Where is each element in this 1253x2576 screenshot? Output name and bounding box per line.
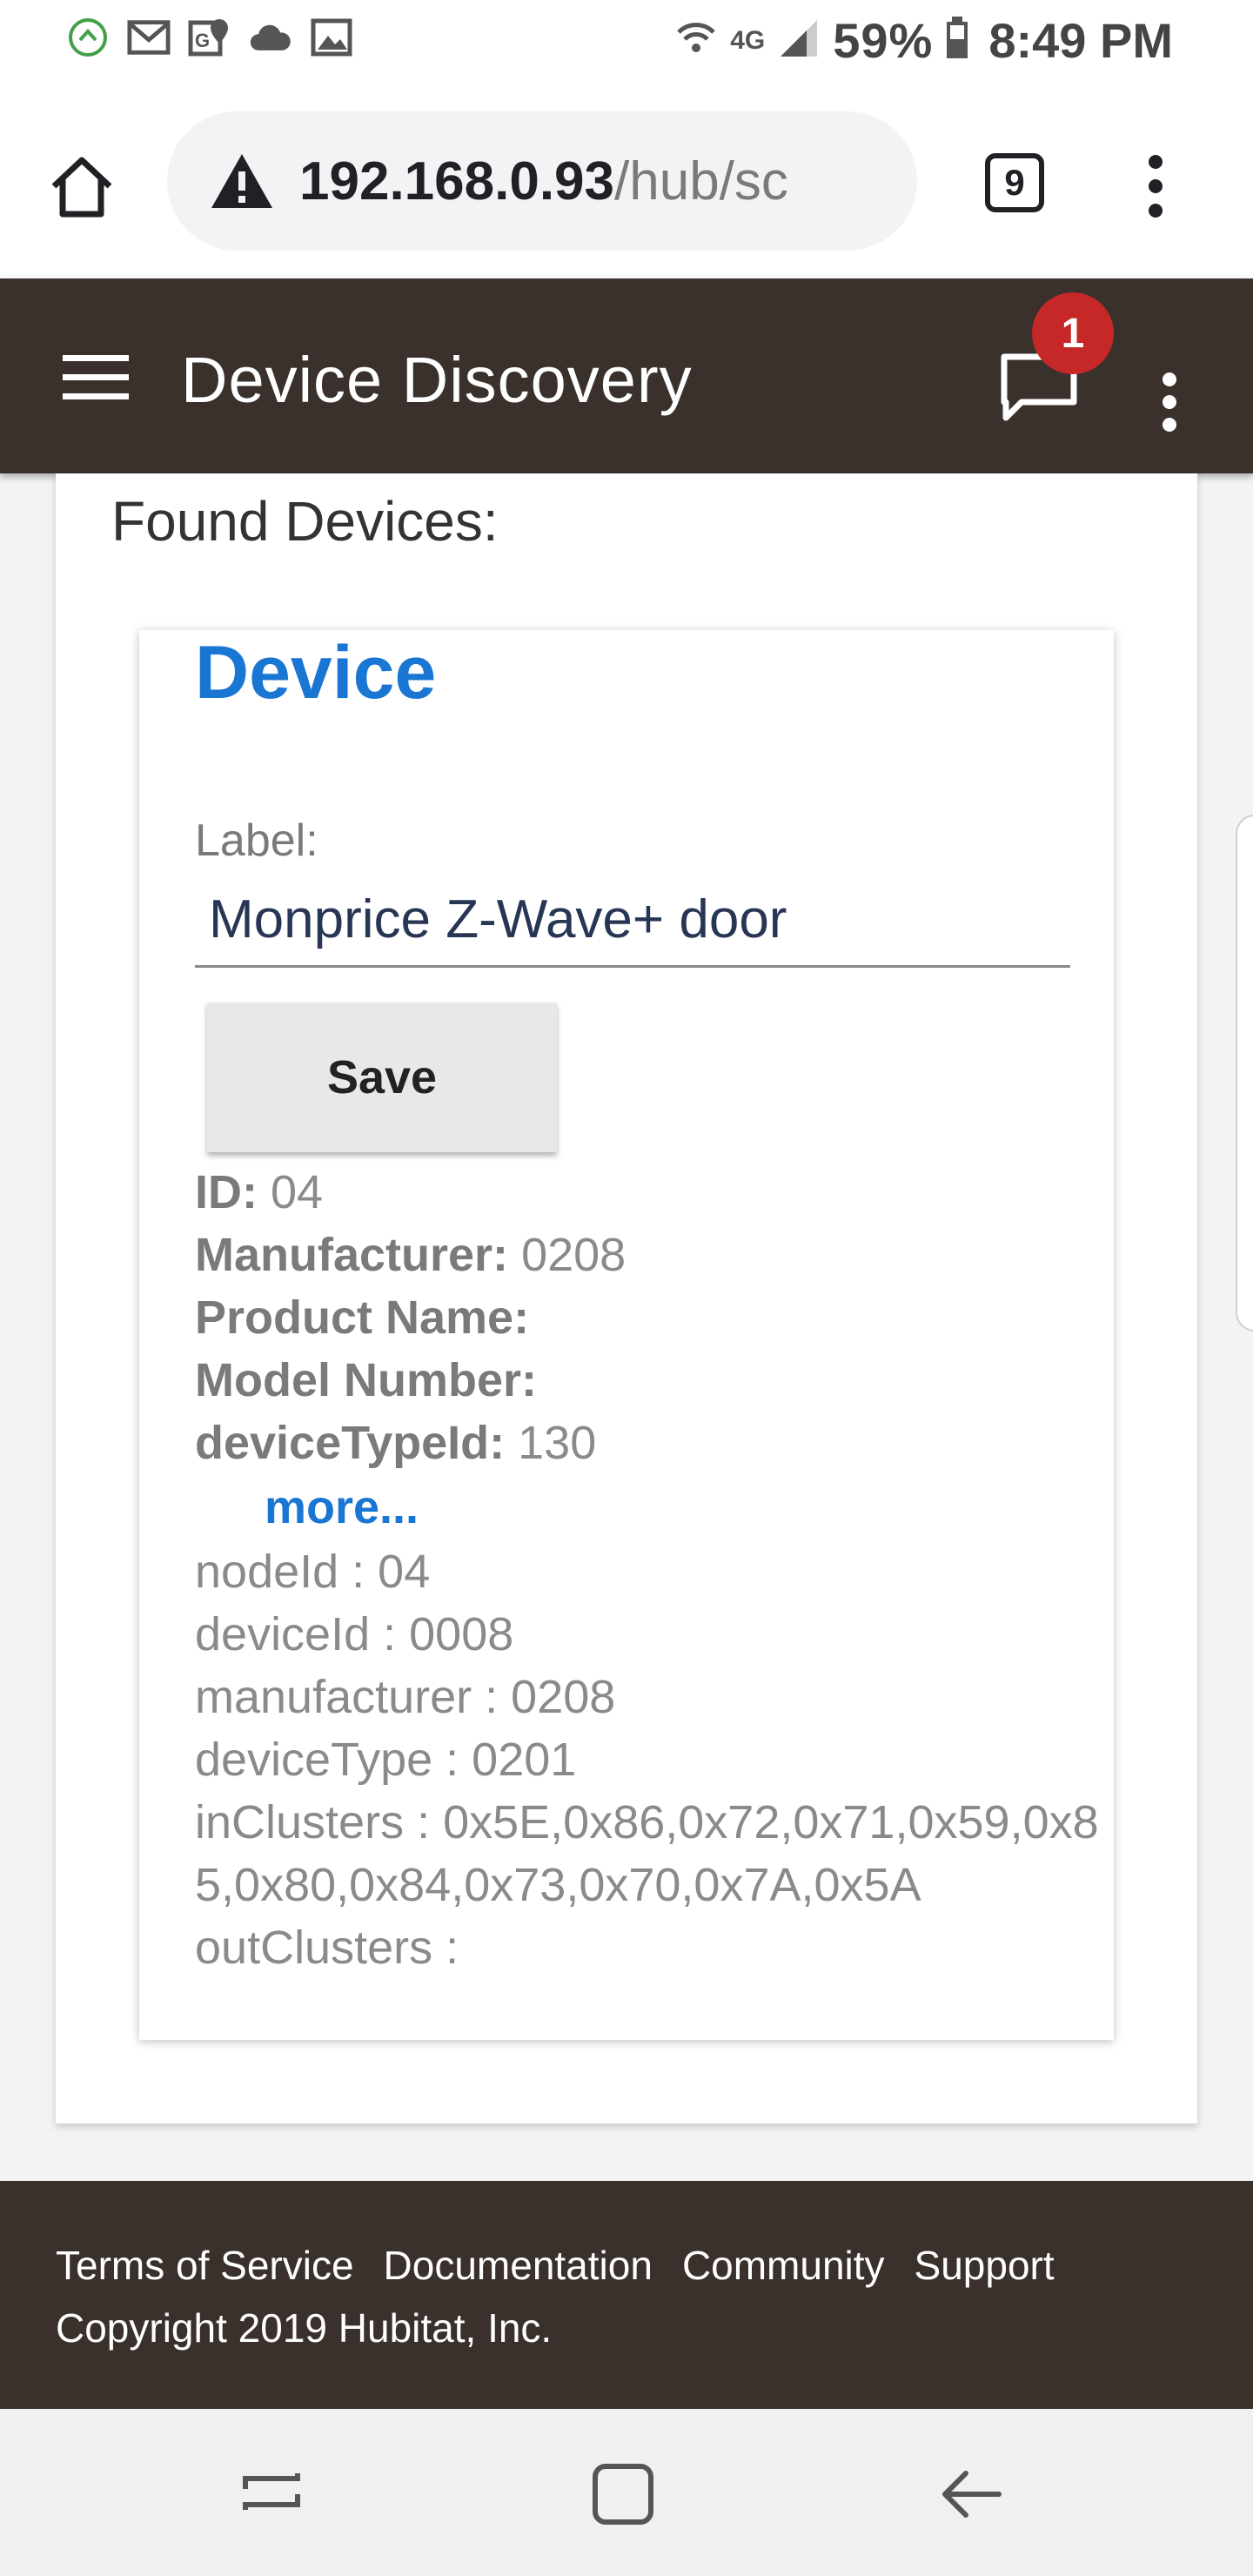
info-manufacturer: Manufacturer: 0208: [195, 1224, 1100, 1286]
found-devices-heading: Found Devices:: [111, 490, 499, 553]
browser-menu-icon[interactable]: [1142, 150, 1169, 223]
app-header: Device Discovery 1: [0, 278, 1253, 473]
field-value: 04: [271, 1166, 324, 1218]
label-caption: Label:: [195, 815, 318, 866]
field-value: 130: [518, 1417, 597, 1469]
footer: Terms of Service Documentation Community…: [0, 2181, 1253, 2409]
field-label: Model Number:: [195, 1354, 538, 1406]
info-device-type-id: deviceTypeId: 130: [195, 1412, 1100, 1474]
hamburger-menu-icon[interactable]: [63, 355, 132, 400]
terms-of-service-link[interactable]: Terms of Service: [56, 2242, 354, 2289]
documentation-link[interactable]: Documentation: [384, 2242, 653, 2289]
back-arrow-icon[interactable]: [935, 2458, 1008, 2531]
field-label: Product Name:: [195, 1291, 530, 1344]
status-left-icons: G: [66, 16, 353, 59]
tab-switcher-button[interactable]: 9: [985, 153, 1044, 212]
cloud-icon: [249, 16, 292, 59]
support-link[interactable]: Support: [915, 2242, 1055, 2289]
raw-node-id: nodeId : 04: [195, 1546, 431, 1598]
status-right: 4G 59% 8:49 PM: [674, 12, 1173, 69]
notification-badge[interactable]: 1: [1032, 292, 1114, 374]
url-text[interactable]: 192.168.0.93/hub/sc: [299, 151, 788, 212]
community-link[interactable]: Community: [682, 2242, 885, 2289]
home-button-icon[interactable]: [586, 2458, 660, 2531]
hubitat-icon: [66, 16, 110, 59]
raw-device-type: deviceType : 0201: [195, 1734, 577, 1786]
field-value: 0208: [521, 1229, 626, 1281]
system-nav-bar: [0, 2409, 1253, 2576]
clock: 8:49 PM: [988, 13, 1173, 68]
found-devices-panel: Found Devices: Device Label: Save ID: 04…: [56, 473, 1197, 2123]
raw-manufacturer: manufacturer : 0208: [195, 1671, 616, 1723]
more-link[interactable]: more...: [265, 1474, 1100, 1540]
copyright: Copyright 2019 Hubitat, Inc.: [56, 2305, 553, 2351]
warning-icon[interactable]: [209, 151, 275, 211]
device-title: Device: [195, 631, 437, 714]
save-button[interactable]: Save: [207, 1003, 557, 1152]
raw-out-clusters: outClusters :: [195, 1922, 459, 1974]
image-icon: [310, 16, 353, 59]
side-drawer-handle[interactable]: [1236, 815, 1253, 1332]
raw-device-id: deviceId : 0008: [195, 1608, 514, 1660]
field-label: Manufacturer:: [195, 1229, 509, 1281]
url-host: 192.168.0.93: [299, 151, 615, 211]
field-label: deviceTypeId:: [195, 1417, 506, 1469]
device-label-input[interactable]: [195, 874, 1070, 968]
svg-text:G: G: [195, 30, 210, 51]
device-card: Device Label: Save ID: 04 Manufacturer: …: [139, 630, 1114, 2040]
home-icon[interactable]: [45, 150, 118, 223]
raw-in-clusters: inClusters : 0x5E,0x86,0x72,0x71,0x59,0x…: [195, 1796, 1099, 1911]
battery-percent: 59%: [833, 13, 934, 68]
app-menu-icon[interactable]: [1157, 369, 1182, 435]
wifi-icon: [674, 17, 718, 64]
battery-icon: [945, 17, 969, 64]
field-label: ID:: [195, 1166, 258, 1218]
page-title: Device Discovery: [181, 344, 693, 416]
network-type: 4G: [730, 25, 766, 55]
status-bar: G 4G 59% 8:49 PM: [0, 0, 1253, 84]
info-product-name: Product Name:: [195, 1286, 1100, 1349]
footer-links: Terms of Service Documentation Community…: [56, 2242, 1055, 2289]
signal-icon: [777, 17, 821, 64]
url-path: /hub/sc: [614, 151, 788, 211]
browser-toolbar: 192.168.0.93/hub/sc 9: [0, 84, 1253, 278]
info-id: ID: 04: [195, 1161, 1100, 1224]
info-model-number: Model Number:: [195, 1349, 1100, 1412]
device-info: ID: 04 Manufacturer: 0208 Product Name: …: [195, 1161, 1100, 1979]
gmail-icon: [127, 16, 171, 59]
recent-apps-icon[interactable]: [235, 2458, 308, 2531]
google-maps-icon: G: [188, 16, 231, 59]
address-bar[interactable]: 192.168.0.93/hub/sc: [167, 111, 917, 251]
